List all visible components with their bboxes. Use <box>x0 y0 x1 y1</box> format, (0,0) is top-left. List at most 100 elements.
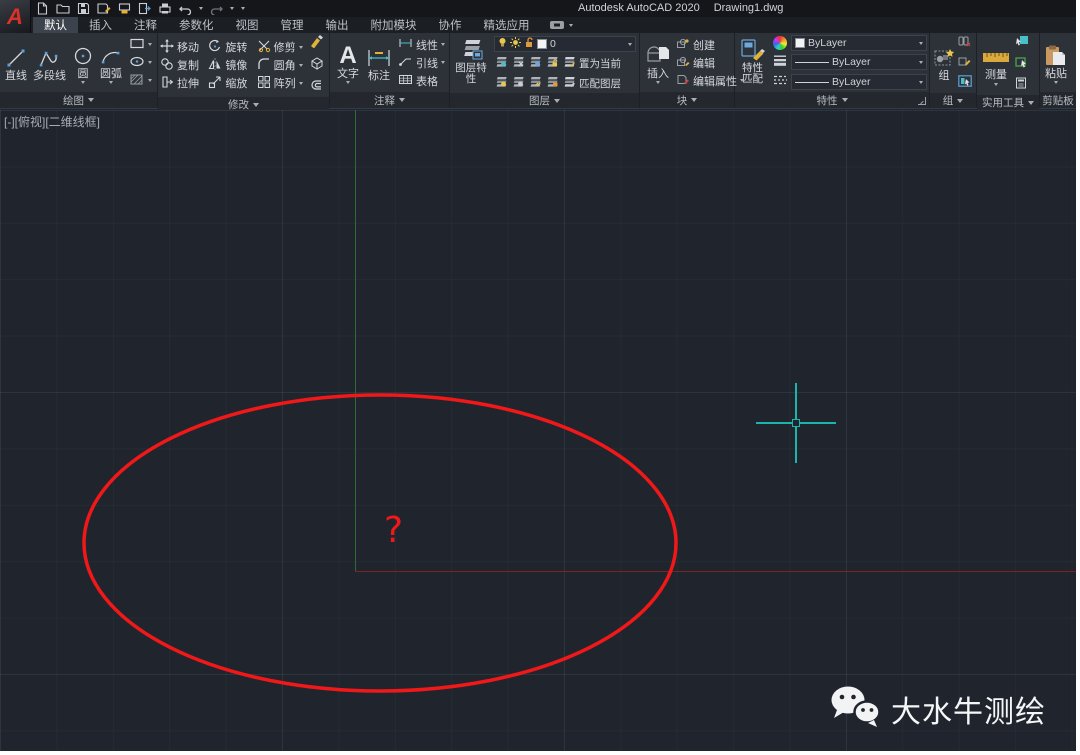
array-caret-icon[interactable] <box>299 82 303 85</box>
linetype-icon[interactable] <box>773 73 787 91</box>
trim-caret-icon[interactable] <box>299 46 303 49</box>
ellipse-caret-icon[interactable] <box>148 61 152 64</box>
linear-dim-button[interactable]: 线性 <box>398 37 445 53</box>
panel-title-layers[interactable]: 图层 <box>450 93 639 108</box>
paste-button[interactable]: 粘贴 <box>1043 41 1069 85</box>
rectangle-caret-icon[interactable] <box>148 43 152 46</box>
ellipse-drawing[interactable] <box>0 110 1076 751</box>
quick-calc-icon[interactable] <box>1015 76 1029 94</box>
circle-button[interactable]: 圆 <box>71 41 95 85</box>
panel-title-properties[interactable]: 特性 <box>735 92 929 108</box>
hatch-caret-icon[interactable] <box>148 79 152 82</box>
panel-title-group[interactable]: 组 <box>930 93 976 108</box>
stretch-button[interactable]: 拉伸 <box>160 75 202 92</box>
open-folder-icon[interactable] <box>56 2 70 15</box>
lineweight-dropdown[interactable]: ByLayer <box>791 54 927 70</box>
color-wheel-icon[interactable] <box>773 36 787 50</box>
set-current-label[interactable]: 置为当前 <box>579 56 621 71</box>
paste-caret-icon[interactable] <box>1054 81 1058 84</box>
trim-button[interactable]: 修剪 <box>257 39 306 56</box>
ellipse-tool-button[interactable] <box>129 55 152 71</box>
fillet-caret-icon[interactable] <box>299 64 303 67</box>
block-edit-button[interactable]: 编辑 <box>676 55 744 71</box>
block-edit-attr-button[interactable]: 编辑属性 <box>676 73 744 89</box>
set-current-layer-icon[interactable] <box>562 54 575 72</box>
table-button[interactable]: 表格 <box>398 73 445 89</box>
layer-tool-3-icon[interactable] <box>528 74 541 92</box>
tab-manage[interactable]: 管理 <box>270 17 315 33</box>
layer-tool-2-icon[interactable] <box>511 74 524 92</box>
layer-lock-icon[interactable] <box>545 54 558 72</box>
group-selection-toggle-icon[interactable] <box>958 74 972 92</box>
layer-isolate-icon[interactable] <box>511 54 524 72</box>
qat-customize-caret-icon[interactable] <box>241 7 245 10</box>
print-icon[interactable] <box>158 2 172 15</box>
dimension-button[interactable]: 标注 <box>365 43 393 83</box>
tab-featured-apps[interactable]: 精选应用 <box>473 17 541 33</box>
text-caret-icon[interactable] <box>346 81 350 84</box>
hatch-button[interactable] <box>129 73 152 89</box>
panel-title-clipboard[interactable]: 剪贴板 <box>1040 92 1076 108</box>
copy-button[interactable]: 复制 <box>160 57 202 74</box>
insert-caret-icon[interactable] <box>656 81 660 84</box>
new-file-icon[interactable] <box>36 2 49 15</box>
select-all-icon[interactable] <box>1015 55 1029 73</box>
undo-caret-icon[interactable] <box>199 7 203 10</box>
tab-annotate[interactable]: 注释 <box>123 17 168 33</box>
save-icon[interactable] <box>77 2 90 15</box>
fillet-button[interactable]: 圆角 <box>257 57 306 74</box>
lineweight-icon[interactable] <box>773 53 787 71</box>
layer-dropdown-caret-icon[interactable] <box>628 43 632 46</box>
match-properties-button[interactable]: 特性匹配 <box>737 35 768 91</box>
viewport-controls[interactable]: [-][俯视][二维线框] <box>4 113 100 130</box>
arc-caret-icon[interactable] <box>109 81 113 84</box>
properties-dialog-launcher-icon[interactable] <box>918 97 926 105</box>
red-ellipse[interactable] <box>84 395 676 691</box>
app-logo-button[interactable]: A <box>0 0 31 33</box>
redo-icon[interactable] <box>210 3 223 15</box>
circle-caret-icon[interactable] <box>81 81 85 84</box>
text-button[interactable]: A 文字 <box>336 41 360 85</box>
linear-caret-icon[interactable] <box>441 43 445 46</box>
undo-icon[interactable] <box>179 3 192 15</box>
measure-caret-icon[interactable] <box>994 83 998 86</box>
tab-collaborate[interactable]: 协作 <box>428 17 473 33</box>
tab-addins[interactable]: 附加模块 <box>360 17 428 33</box>
panel-title-annotate[interactable]: 注释 <box>330 92 449 108</box>
mirror-button[interactable]: 镜像 <box>208 57 250 74</box>
layer-freeze-icon[interactable] <box>528 54 541 72</box>
leader-button[interactable]: 引线 <box>398 55 445 71</box>
redo-caret-icon[interactable] <box>230 7 234 10</box>
tab-insert[interactable]: 插入 <box>78 17 123 33</box>
export-icon[interactable] <box>138 2 151 15</box>
panel-title-draw[interactable]: 绘图 <box>0 92 157 108</box>
ungroup-icon[interactable] <box>958 34 972 52</box>
explode-icon[interactable] <box>309 56 324 75</box>
tab-view[interactable]: 视图 <box>225 17 270 33</box>
tab-default[interactable]: 默认 <box>33 17 78 33</box>
leader-caret-icon[interactable] <box>441 61 445 64</box>
measure-button[interactable]: 测量 <box>981 42 1011 86</box>
rectangle-button[interactable] <box>129 37 152 53</box>
layer-tool-4-icon[interactable] <box>545 74 558 92</box>
erase-icon[interactable] <box>309 34 324 53</box>
plot-icon[interactable] <box>118 2 131 15</box>
panel-title-utilities[interactable]: 实用工具 <box>977 95 1039 110</box>
polyline-button[interactable]: 多段线 <box>32 43 67 83</box>
rotate-button[interactable]: 旋转 <box>208 39 250 56</box>
line-button[interactable]: 直线 <box>4 43 28 83</box>
group-edit-icon[interactable] <box>958 54 972 72</box>
save-as-icon[interactable] <box>97 2 111 15</box>
layer-tool-1-icon[interactable] <box>494 74 507 92</box>
object-color-dropdown[interactable]: ByLayer <box>791 35 927 51</box>
match-layer-label[interactable]: 匹配图层 <box>579 76 621 91</box>
join-icon[interactable] <box>309 78 324 96</box>
ribbon-display-icon[interactable] <box>549 20 565 30</box>
ribbon-display-caret-icon[interactable] <box>569 24 573 27</box>
block-create-button[interactable]: 创建 <box>676 37 744 53</box>
layer-off-icon[interactable] <box>494 54 507 72</box>
layer-select-dropdown[interactable]: 0 <box>494 36 636 52</box>
tab-output[interactable]: 输出 <box>315 17 360 33</box>
arc-button[interactable]: 圆弧 <box>99 41 123 85</box>
linetype-dropdown[interactable]: ByLayer <box>791 74 927 90</box>
